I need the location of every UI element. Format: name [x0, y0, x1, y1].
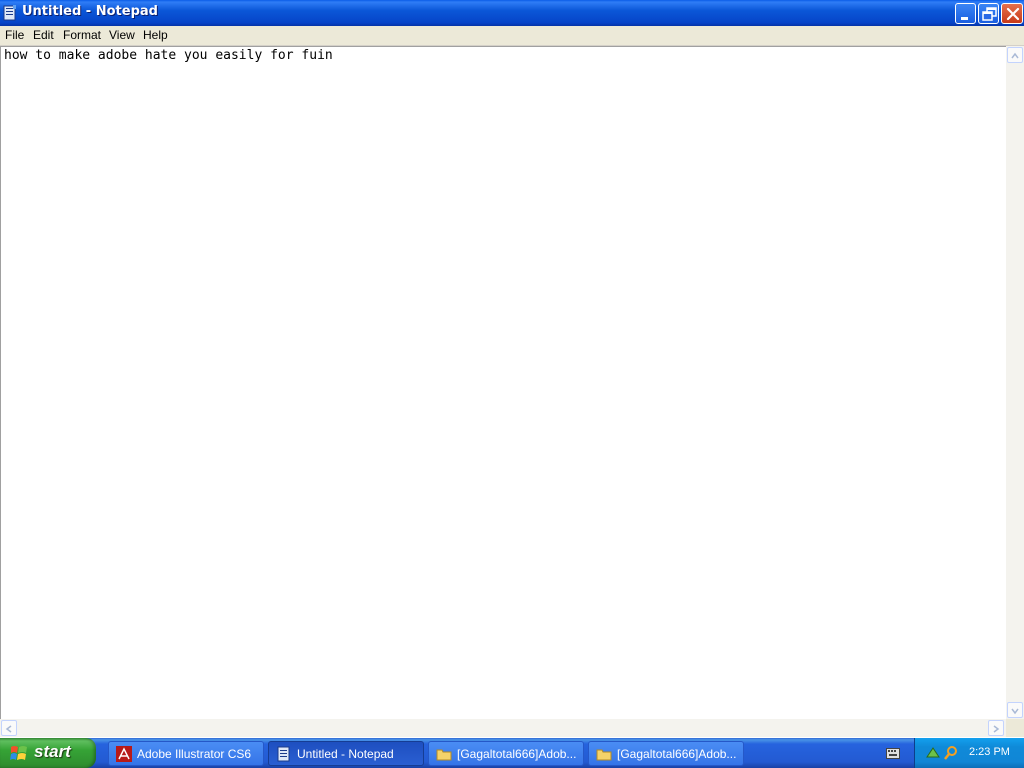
task-folder-2[interactable]: [Gagaltotal666]Adob...: [588, 741, 744, 766]
arrow-up-icon: [1011, 52, 1019, 59]
start-button[interactable]: start: [0, 738, 96, 768]
menu-view[interactable]: View: [109, 28, 135, 42]
notepad-icon: [3, 5, 16, 21]
folder-icon: [596, 749, 612, 761]
task-adobe-illustrator[interactable]: Adobe Illustrator CS6: [108, 741, 264, 766]
scroll-down-button[interactable]: [1007, 702, 1023, 718]
menu-help[interactable]: Help: [143, 28, 168, 42]
menu-file[interactable]: File: [5, 28, 24, 42]
menu-edit[interactable]: Edit: [33, 28, 54, 42]
network-icon[interactable]: [925, 745, 941, 761]
close-button[interactable]: [1001, 3, 1023, 24]
horizontal-scrollbar[interactable]: [0, 719, 1006, 737]
text-editor[interactable]: how to make adobe hate you easily for fu…: [0, 46, 1006, 719]
task-label: Adobe Illustrator CS6: [137, 747, 252, 761]
task-label: [Gagaltotal666]Adob...: [617, 747, 737, 761]
minimize-icon: [961, 17, 968, 20]
task-label: [Gagaltotal666]Adob...: [457, 747, 577, 761]
arrow-down-icon: [1011, 708, 1019, 715]
scroll-up-button[interactable]: [1007, 47, 1023, 63]
system-tray: 2:23 PM: [914, 738, 1024, 768]
taskbar: start Adobe Illustrator CS6 Untitled - N…: [0, 738, 1024, 768]
search-icon[interactable]: [943, 745, 959, 761]
notepad-icon: [277, 746, 290, 762]
folder-icon: [436, 749, 452, 761]
scroll-right-button[interactable]: [988, 720, 1004, 736]
editor-content[interactable]: how to make adobe hate you easily for fu…: [4, 48, 333, 63]
keyboard-icon[interactable]: [886, 748, 900, 759]
start-label: start: [34, 742, 71, 761]
adobe-icon: [116, 746, 132, 762]
menu-bar: File Edit Format View Help: [0, 26, 1024, 46]
close-icon: [1006, 7, 1020, 21]
window-title: Untitled - Notepad: [22, 4, 158, 19]
task-folder-1[interactable]: [Gagaltotal666]Adob...: [428, 741, 584, 766]
vertical-scrollbar[interactable]: [1006, 46, 1024, 719]
restore-button[interactable]: [978, 3, 999, 24]
restore-icon: [982, 7, 997, 21]
title-bar[interactable]: Untitled - Notepad: [0, 0, 1024, 26]
clock[interactable]: 2:23 PM: [969, 746, 1010, 758]
size-grip[interactable]: [1006, 719, 1024, 737]
arrow-right-icon: [993, 725, 1000, 733]
task-notepad[interactable]: Untitled - Notepad: [268, 741, 424, 766]
arrow-left-icon: [5, 725, 12, 733]
scroll-left-button[interactable]: [1, 720, 17, 736]
task-label: Untitled - Notepad: [297, 747, 394, 761]
menu-format[interactable]: Format: [63, 28, 101, 42]
windows-logo-icon: [10, 746, 27, 760]
minimize-button[interactable]: [955, 3, 976, 24]
